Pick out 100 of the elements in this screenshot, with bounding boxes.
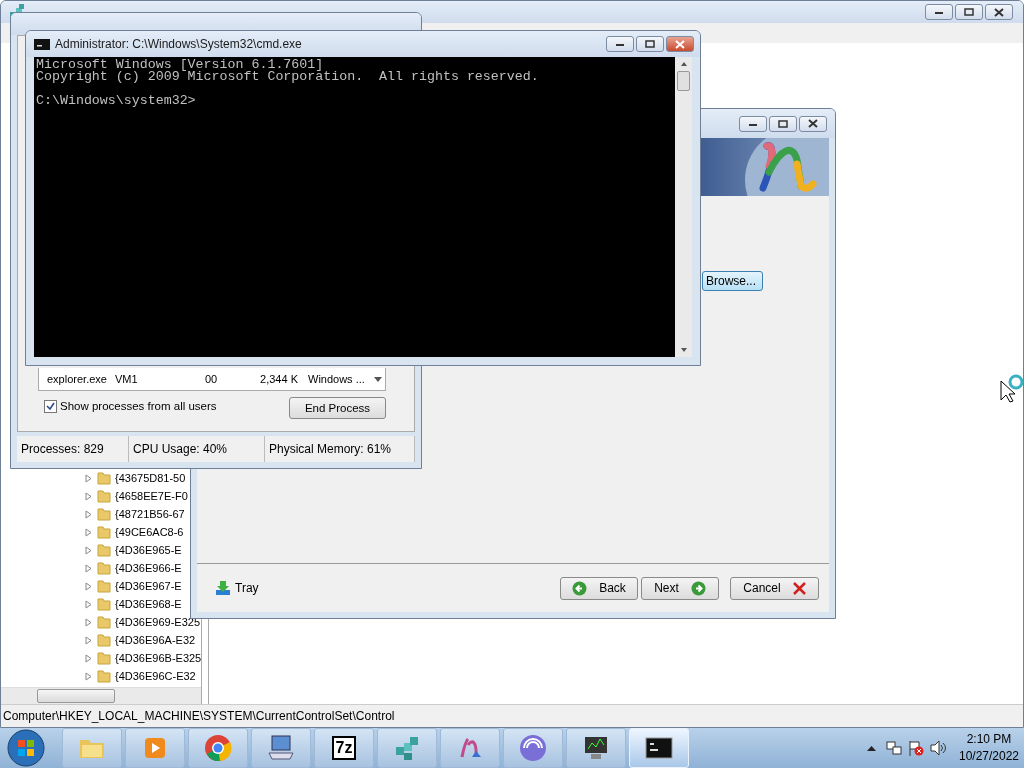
table-cell-text: 00	[204, 372, 219, 386]
tree-item[interactable]: {49CE6AC8-6	[85, 523, 184, 541]
expand-icon[interactable]	[85, 635, 93, 645]
tree-item[interactable]: {48721B56-67	[85, 505, 185, 523]
start-button[interactable]	[4, 728, 48, 768]
maximize-icon	[964, 8, 974, 16]
dropdown-arrow-icon[interactable]	[374, 376, 382, 382]
folder-icon	[97, 651, 111, 665]
folder-icon	[97, 615, 111, 629]
folder-icon	[97, 525, 111, 539]
expand-icon[interactable]	[85, 617, 93, 627]
tree-label: {48721B56-67	[115, 508, 185, 520]
close-button[interactable]	[985, 4, 1013, 20]
minimize-button[interactable]	[606, 36, 634, 52]
tree-label: {4D36E967-E	[115, 580, 182, 592]
expand-icon[interactable]	[85, 563, 93, 573]
vertical-scrollbar[interactable]	[675, 57, 692, 357]
taskbar-app[interactable]	[566, 728, 626, 768]
tree-label: {4D36E96C-E32	[115, 670, 196, 682]
status-bar-path: Computer\HKEY_LOCAL_MACHINE\SYSTEM\CurrentControlSet\Control	[3, 709, 395, 723]
tree-label: {4D36E96B-E325	[115, 652, 201, 664]
show-hidden-icons-icon[interactable]	[867, 745, 876, 751]
table-cell-text: 2,344 K	[259, 372, 298, 386]
tree-label: {4D36E968-E	[115, 598, 182, 610]
minimize-icon	[934, 9, 944, 15]
tree-item[interactable]: {4D36E96B-E325	[85, 649, 201, 667]
maximize-button[interactable]	[955, 4, 983, 20]
browser-icon	[203, 733, 233, 763]
status-text: Processes: 829	[17, 436, 129, 462]
tree-label: {4D36E969-E325	[115, 616, 200, 628]
tree-item[interactable]: {4D36E96A-E32	[85, 631, 196, 649]
tree-label: {4D36E965-E	[115, 544, 182, 556]
tree-item[interactable]: {4D36E969-E325	[85, 613, 200, 631]
tray-button[interactable]: Tray	[215, 580, 259, 596]
close-icon	[994, 7, 1004, 17]
expand-icon[interactable]	[85, 671, 93, 681]
expand-icon[interactable]	[85, 527, 93, 537]
cancel-button[interactable]: Cancel	[730, 576, 819, 600]
folder-icon	[97, 597, 111, 611]
folder-icon	[97, 543, 111, 557]
scroll-thumb[interactable]	[677, 71, 690, 91]
tree-label: {49CE6AC8-6	[115, 526, 184, 538]
tree-label: {4658EE7E-F0	[115, 490, 188, 502]
tree-item[interactable]: {4658EE7E-F0	[85, 487, 188, 505]
tree-item[interactable]: {43675D81-50	[85, 469, 186, 487]
expand-icon[interactable]	[85, 599, 93, 609]
window-title: Administrator: C:\Windows\System32\cmd.exe	[55, 37, 302, 51]
table-cell-text: Windows ...	[307, 372, 366, 386]
maximize-icon	[778, 119, 788, 128]
expand-icon[interactable]	[85, 581, 93, 591]
folder-icon	[97, 633, 111, 647]
flag-error-icon[interactable]	[908, 740, 924, 756]
clock[interactable]: 2:10 PM 10/27/2022	[954, 731, 1024, 765]
expand-icon[interactable]	[85, 473, 93, 483]
back-button[interactable]: Back	[560, 576, 638, 600]
terminal-icon	[34, 38, 50, 50]
tree-label: {4D36E96A-E32	[115, 634, 196, 646]
next-button[interactable]: Next	[641, 576, 719, 600]
folder-icon	[97, 561, 111, 575]
browse-button[interactable]: Browse...	[702, 271, 763, 291]
expand-icon[interactable]	[85, 509, 93, 519]
table-cell-text: explorer.exe	[46, 372, 108, 386]
minimize-button[interactable]	[925, 4, 953, 20]
tree-label: {43675D81-50	[115, 472, 186, 484]
volume-icon[interactable]	[930, 740, 946, 756]
tree-item[interactable]: {4D36E96C-E32	[85, 667, 196, 685]
status-text: Physical Memory: 61%	[265, 436, 415, 462]
maximize-button[interactable]	[636, 36, 664, 52]
show-all-users-checkbox[interactable]: Show processes from all users	[44, 399, 217, 413]
folder-icon	[97, 471, 111, 485]
console-output: Microsoft Windows [Version 6.1.7601] Copyright (c) 2009 Microsoft Corporation. All rights reserved. C:\Windows\system32>	[35, 57, 540, 110]
tree-label: {4D36E966-E	[115, 562, 182, 574]
horizontal-scrollbar[interactable]	[1, 687, 201, 704]
status-text: CPU Usage: 40%	[129, 436, 265, 462]
expand-icon[interactable]	[85, 491, 93, 501]
folder-icon	[97, 669, 111, 683]
tree-item[interactable]: {4D36E968-E	[85, 595, 182, 613]
minimize-button[interactable]	[739, 115, 767, 132]
close-button[interactable]	[799, 115, 827, 132]
download-tray-icon	[215, 580, 231, 596]
tree-item[interactable]: {4D36E967-E	[85, 577, 182, 595]
expand-icon[interactable]	[85, 545, 93, 555]
archive-icon: 7z	[331, 736, 357, 760]
table-cell-text: VM1	[114, 372, 139, 386]
cancel-x-icon	[792, 581, 806, 595]
folder-icon	[97, 489, 111, 503]
expand-icon[interactable]	[85, 653, 93, 663]
process-row[interactable]: explorer.exe VM1 00 2,344 K Windows ...	[38, 368, 386, 391]
taskbar-app[interactable]: 7z	[314, 728, 374, 768]
tree-item[interactable]: {4D36E966-E	[85, 559, 182, 577]
tree-item[interactable]: {4D36E965-E	[85, 541, 182, 559]
checkmark-icon	[46, 401, 55, 411]
maximize-button[interactable]	[769, 115, 797, 132]
maximize-icon	[645, 40, 655, 48]
folder-icon	[97, 507, 111, 521]
close-icon	[808, 119, 818, 128]
network-icon[interactable]	[886, 740, 902, 756]
end-process-button[interactable]: End Process	[289, 397, 386, 419]
close-icon	[675, 39, 685, 49]
folder-icon	[97, 579, 111, 593]
